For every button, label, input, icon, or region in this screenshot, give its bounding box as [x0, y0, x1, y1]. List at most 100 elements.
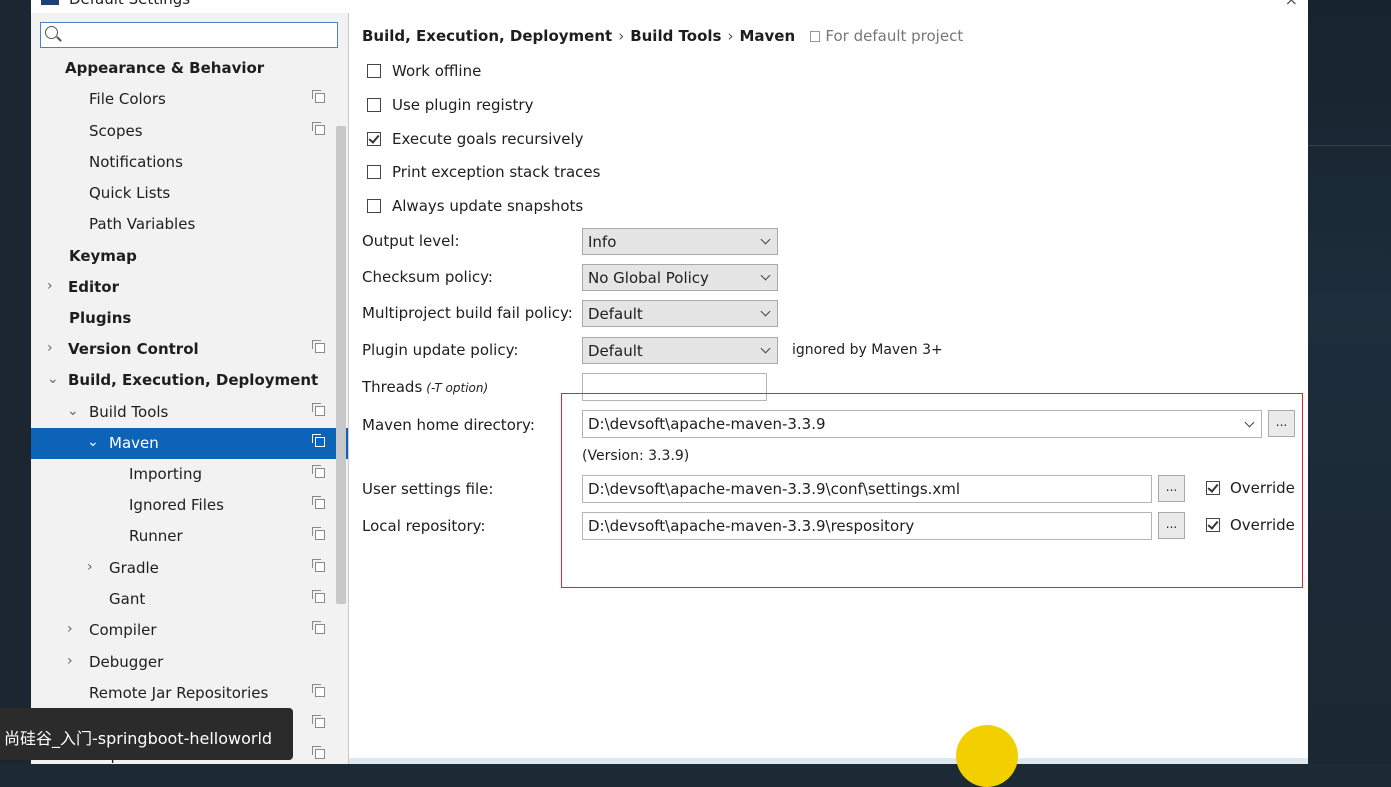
chevron-down-icon — [760, 270, 771, 281]
maven-settings-panel: Build, Execution, Deployment › Build Tools… — [349, 0, 1308, 764]
checksum-policy-value: No Global Policy — [588, 269, 709, 287]
breadcrumb-separator: › — [618, 27, 625, 45]
sidebar-item-label: Version Control — [68, 340, 199, 358]
sidebar-item-label: File Colors — [89, 90, 166, 108]
sidebar-item[interactable]: Runner — [31, 521, 348, 552]
sidebar-item[interactable]: › Editor — [31, 272, 348, 303]
plugin-update-policy-select[interactable]: Default — [582, 337, 778, 364]
chevron-down-icon — [760, 234, 771, 245]
maven-home-browse-button[interactable]: ... — [1268, 410, 1295, 437]
sidebar-item[interactable]: Notifications — [31, 147, 348, 178]
project-scope-icon — [312, 403, 325, 416]
user-settings-value: D:\devsoft\apache-maven-3.3.9\conf\setti… — [588, 480, 961, 498]
print-exception-stack-traces-checkbox[interactable] — [367, 165, 381, 179]
sidebar-scrollbar[interactable] — [336, 126, 346, 604]
sidebar-item[interactable]: Plugins — [31, 303, 348, 334]
maven-home-label: Maven home directory: — [362, 416, 535, 434]
chevron-down-icon[interactable]: ⌄ — [67, 403, 79, 419]
breadcrumb-item: Maven — [739, 27, 796, 45]
sidebar-item[interactable]: Remote Jar Repositories — [31, 678, 348, 709]
sidebar-item-label: Scopes — [89, 122, 143, 140]
user-settings-browse-button[interactable]: ... — [1158, 475, 1185, 502]
sidebar-item-label: Debugger — [89, 653, 164, 671]
output-level-value: Info — [588, 233, 617, 251]
sidebar-item[interactable]: File Colors — [31, 84, 348, 115]
sidebar-item-label: Build, Execution, Deployment — [68, 371, 319, 389]
sidebar-item[interactable]: Ignored Files — [31, 490, 348, 521]
chevron-down-icon[interactable]: ⌄ — [87, 434, 99, 450]
work-offline-label: Work offline — [392, 62, 482, 80]
cursor-highlight-marker — [956, 725, 1018, 787]
sidebar-item[interactable]: › Version Control — [31, 334, 348, 365]
scope-note: For default project — [810, 27, 963, 45]
sidebar-item[interactable]: ⌄ Maven — [31, 428, 348, 459]
user-settings-input[interactable]: D:\devsoft\apache-maven-3.3.9\conf\setti… — [582, 475, 1152, 503]
sidebar-item[interactable]: Path Variables — [31, 209, 348, 240]
desktop-background — [1308, 0, 1391, 764]
sidebar-item-label: Compiler — [89, 621, 157, 639]
breadcrumb-item: Build, Execution, Deployment — [362, 27, 613, 45]
sidebar-item[interactable]: ⌄ Build, Execution, Deployment — [31, 365, 348, 396]
user-settings-label: User settings file: — [362, 480, 494, 498]
breadcrumb-separator: › — [727, 27, 734, 45]
project-scope-icon — [312, 340, 325, 353]
work-offline-checkbox[interactable] — [367, 64, 381, 78]
project-scope-icon — [312, 621, 325, 634]
sidebar-item-label: Appearance & Behavior — [65, 59, 265, 77]
sidebar-item[interactable]: › Debugger — [31, 647, 348, 678]
sidebar-item-label: Keymap — [69, 247, 137, 265]
local-repository-override-label: Override — [1230, 516, 1295, 534]
search-input[interactable] — [40, 22, 338, 48]
maven-home-value: D:\devsoft\apache-maven-3.3.9 — [588, 415, 826, 433]
always-update-snapshots-checkbox[interactable] — [367, 199, 381, 213]
sidebar-item-label: Quick Lists — [89, 184, 171, 202]
chevron-right-icon[interactable]: › — [67, 621, 73, 637]
chevron-right-icon[interactable]: › — [67, 653, 73, 669]
user-settings-override-checkbox[interactable] — [1206, 481, 1220, 495]
project-scope-icon — [810, 31, 821, 42]
settings-dialog: Default Settings × Appearance & Behavior… — [31, 0, 1308, 764]
multiproject-fail-policy-select[interactable]: Default — [582, 300, 778, 327]
project-scope-icon — [312, 590, 325, 603]
sidebar-item[interactable]: Quick Lists — [31, 178, 348, 209]
sidebar-item[interactable]: Importing — [31, 459, 348, 490]
checksum-policy-select[interactable]: No Global Policy — [582, 264, 778, 291]
local-repository-override-checkbox[interactable] — [1206, 518, 1220, 532]
use-plugin-registry-checkbox[interactable] — [367, 98, 381, 112]
sidebar-item-label: Path Variables — [89, 215, 196, 233]
multiproject-fail-policy-value: Default — [588, 305, 643, 323]
sidebar-item[interactable]: Keymap — [31, 241, 348, 272]
sidebar-item[interactable]: ⌄ Build Tools — [31, 397, 348, 428]
maven-home-combobox[interactable]: D:\devsoft\apache-maven-3.3.9 — [582, 410, 1262, 438]
plugin-update-policy-note: ignored by Maven 3+ — [792, 342, 943, 358]
chevron-right-icon[interactable]: › — [47, 278, 53, 294]
sidebar-item[interactable]: › Gradle — [31, 553, 348, 584]
sidebar-item-label: Build Tools — [89, 403, 169, 421]
chevron-down-icon[interactable]: ⌄ — [47, 371, 59, 387]
search-icon — [45, 26, 58, 39]
project-scope-icon — [312, 465, 325, 478]
local-repository-input[interactable]: D:\devsoft\apache-maven-3.3.9\respositor… — [582, 512, 1152, 540]
project-scope-icon — [312, 527, 325, 540]
project-scope-icon — [312, 746, 325, 759]
local-repository-browse-button[interactable]: ... — [1158, 512, 1185, 539]
chevron-down-icon — [1244, 417, 1255, 428]
scope-label: For default project — [825, 27, 964, 45]
sidebar-item-label: Gradle — [109, 559, 159, 577]
project-scope-icon — [312, 122, 325, 135]
chevron-right-icon[interactable]: › — [87, 559, 93, 575]
project-scope-icon — [312, 559, 325, 572]
sidebar-item[interactable]: Appearance & Behavior — [31, 53, 348, 84]
chevron-right-icon[interactable]: › — [47, 340, 53, 356]
output-level-label: Output level: — [362, 232, 460, 250]
execute-goals-recursively-checkbox[interactable] — [367, 132, 381, 146]
threads-label-text: Threads — [362, 378, 423, 396]
sidebar-item[interactable]: › Compiler — [31, 615, 348, 646]
sidebar-item-label: Ignored Files — [129, 496, 224, 514]
print-exception-stack-traces-label: Print exception stack traces — [392, 163, 601, 181]
output-level-select[interactable]: Info — [582, 228, 778, 255]
sidebar-item[interactable]: Scopes — [31, 116, 348, 147]
sidebar-item-label: Maven — [109, 434, 159, 452]
sidebar-item[interactable]: Gant — [31, 584, 348, 615]
video-caption: 尚硅谷_入门-springboot-helloworld — [0, 708, 293, 760]
